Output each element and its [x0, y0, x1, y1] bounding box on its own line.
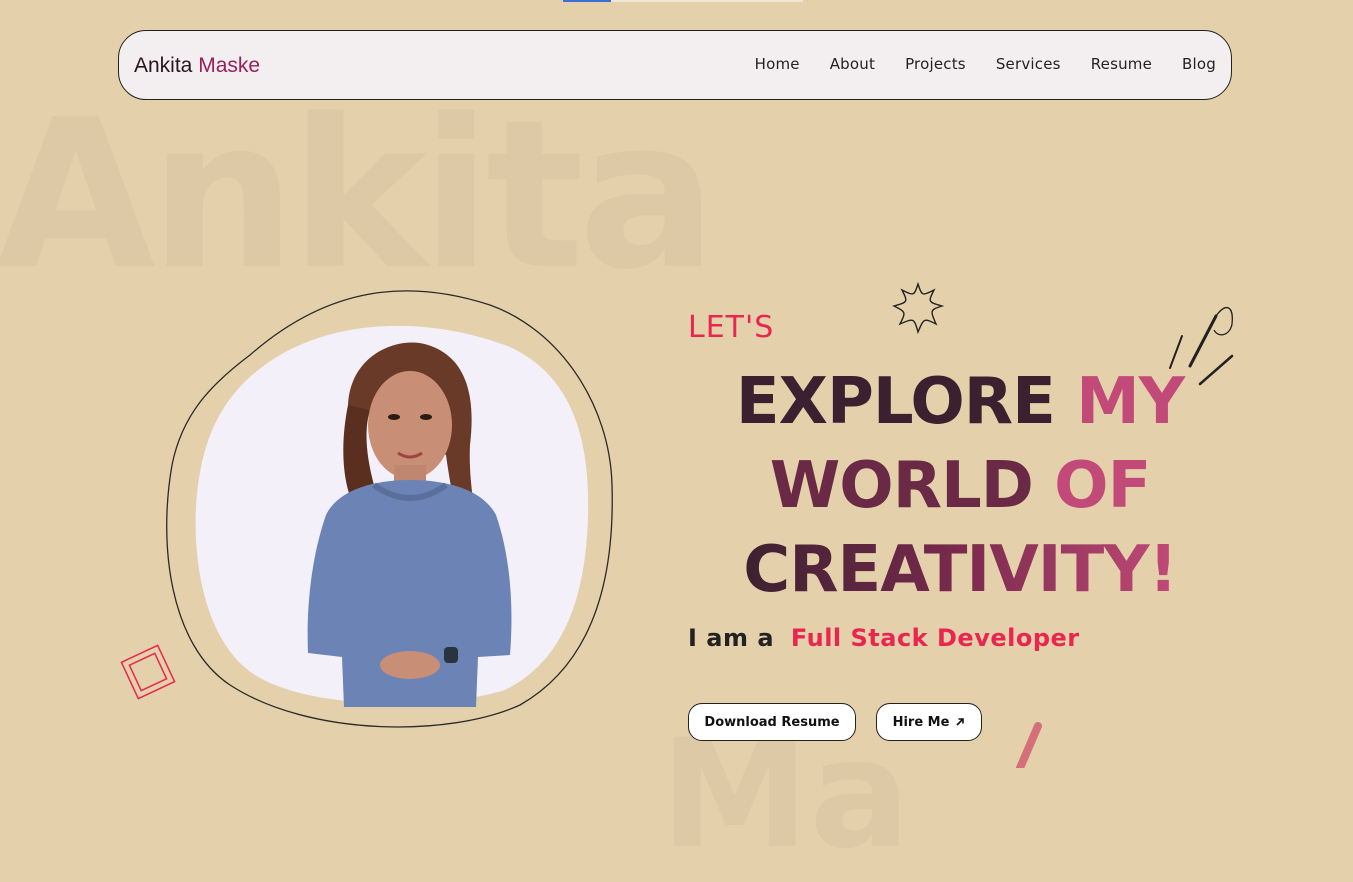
hero-role: I am a Full Stack Developer: [688, 624, 1080, 652]
headline-line-1: EXPLORE MY: [690, 360, 1230, 444]
background-watermark-text-2: Ma: [660, 708, 911, 882]
nav-links: Home About Projects Services Resume Blog: [755, 57, 1216, 72]
nav-item-blog[interactable]: Blog: [1182, 57, 1216, 72]
headline-line-3: CREATIVITY!: [690, 528, 1230, 612]
hero-headline: EXPLORE MY WORLD OF CREATIVITY!: [690, 360, 1230, 612]
nav-item-projects[interactable]: Projects: [905, 57, 966, 72]
nav-item-about[interactable]: About: [830, 57, 875, 72]
background-watermark-text: Ankita: [0, 75, 717, 315]
top-strip-accent: [563, 0, 611, 2]
hire-me-label: Hire Me: [892, 714, 950, 730]
headline-explore: EXPLORE: [735, 365, 1077, 439]
headline-of: OF: [1054, 449, 1151, 523]
navbar: Ankita Maske Home About Projects Service…: [118, 30, 1232, 100]
download-resume-button[interactable]: Download Resume: [688, 703, 856, 741]
profile-photo: [307, 342, 512, 707]
nav-item-resume[interactable]: Resume: [1091, 57, 1152, 72]
brand-logo[interactable]: Ankita Maske: [134, 55, 260, 76]
hero-kicker: LET'S: [688, 310, 775, 345]
role-prefix: I am a: [688, 624, 775, 652]
nav-item-services[interactable]: Services: [996, 57, 1061, 72]
portrait-frame: [160, 285, 620, 735]
brand-last-name: Maske: [198, 54, 261, 77]
role-title: Full Stack Developer: [790, 624, 1080, 652]
headline-world: WORLD: [769, 449, 1055, 523]
arrow-up-right-icon: [956, 718, 965, 726]
hire-me-button[interactable]: Hire Me: [876, 703, 982, 741]
headline-creativity: CREATIVITY!: [743, 533, 1178, 607]
top-strip: [563, 0, 803, 2]
headline-my: MY: [1076, 365, 1185, 439]
nav-item-home[interactable]: Home: [755, 57, 800, 72]
pink-stroke-doodle-icon: [1016, 722, 1042, 768]
brand-first-name: Ankita: [134, 54, 193, 77]
headline-line-2: WORLD OF: [690, 444, 1230, 528]
square-doodle-icon: [120, 644, 176, 700]
asterisk-doodle-icon: [892, 281, 945, 335]
